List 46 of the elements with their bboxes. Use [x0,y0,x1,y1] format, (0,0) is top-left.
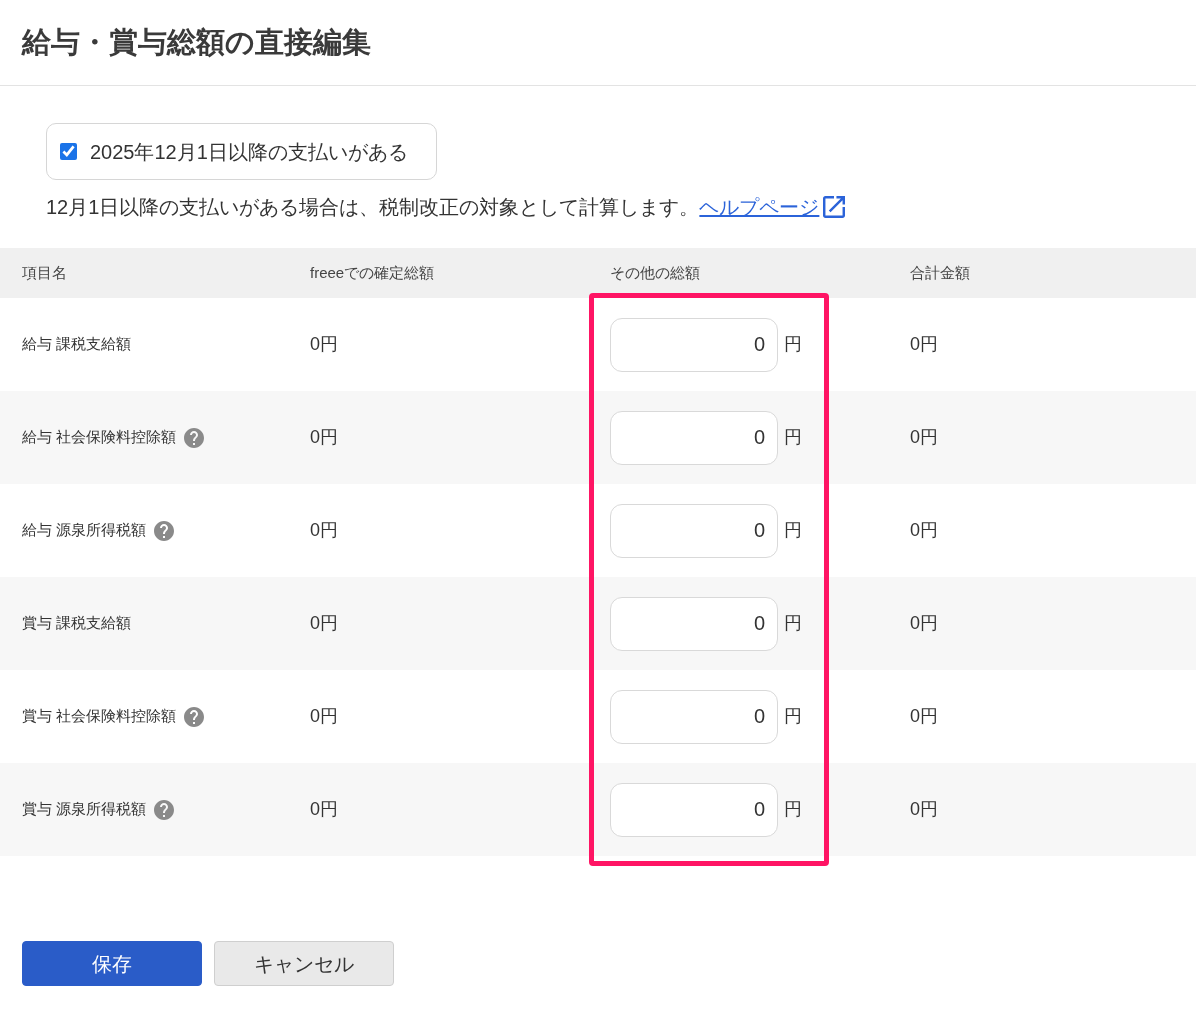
confirmed-amount: 0円 [310,334,338,354]
column-header: 合計金額 [910,264,970,281]
total-amount: 0円 [910,706,938,726]
item-name: 賞与 課税支給額 [22,613,132,634]
unit-label: 円 [784,519,802,542]
amount-input[interactable]: 0 [610,503,778,558]
save-button[interactable]: 保存 [22,941,202,986]
column-header: freeeでの確定総額 [310,264,435,281]
checkbox-label: 2025年12月1日以降の支払いがある [90,139,408,165]
cancel-button[interactable]: キャンセル [214,941,394,986]
help-icon[interactable] [154,799,175,820]
confirmed-amount: 0円 [310,706,338,726]
amount-input[interactable]: 0 [610,596,778,651]
unit-label: 円 [784,798,802,821]
total-amount: 0円 [910,334,938,354]
amount-input[interactable]: 0 [610,410,778,465]
help-icon[interactable] [184,427,205,448]
unit-label: 円 [784,333,802,356]
item-name: 給与 源泉所得税額 [22,520,147,541]
column-header: 項目名 [22,264,67,281]
help-icon[interactable] [184,706,205,727]
unit-label: 円 [784,426,802,449]
checkbox[interactable] [60,143,77,160]
confirmed-amount: 0円 [310,613,338,633]
page-title: 給与・賞与総額の直接編集 [22,28,371,57]
item-name: 給与 社会保険料控除額 [22,427,177,448]
external-link-icon [823,196,846,218]
item-name: 賞与 社会保険料控除額 [22,706,177,727]
confirmed-amount: 0円 [310,427,338,447]
item-name: 賞与 源泉所得税額 [22,799,147,820]
confirmed-amount: 0円 [310,799,338,819]
column-header: その他の総額 [610,264,700,281]
total-amount: 0円 [910,613,938,633]
note-text: 12月1日以降の支払いがある場合は、税制改正の対象として計算します。ヘルプページ [46,192,846,222]
amount-input[interactable]: 0 [610,689,778,744]
amount-input[interactable]: 0 [610,317,778,372]
unit-label: 円 [784,612,802,635]
help-icon[interactable] [154,520,175,541]
amount-input[interactable]: 0 [610,782,778,837]
unit-label: 円 [784,705,802,728]
item-name: 給与 課税支給額 [22,334,132,355]
help-link[interactable]: ヘルプページ [699,196,846,218]
confirmed-amount: 0円 [310,520,338,540]
total-amount: 0円 [910,799,938,819]
total-amount: 0円 [910,520,938,540]
total-amount: 0円 [910,427,938,447]
